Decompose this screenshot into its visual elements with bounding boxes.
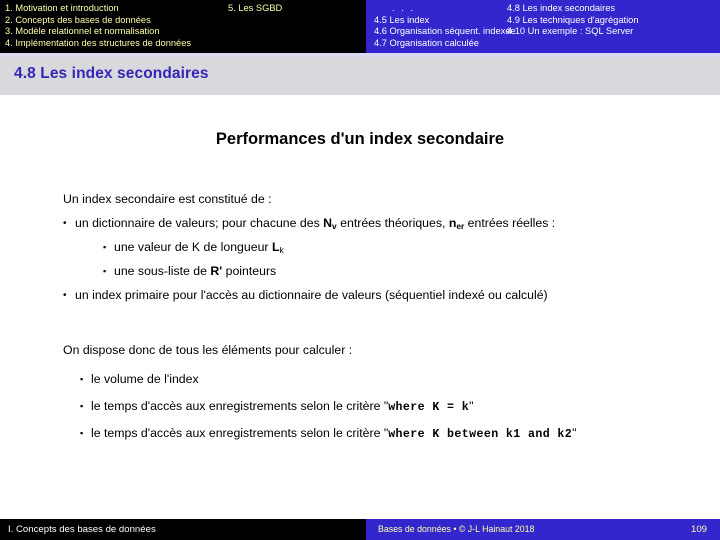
slide-footer: I. Concepts des bases de données Bases d…	[0, 519, 720, 540]
nav-chapter-list-right: 5. Les SGBD	[228, 3, 282, 15]
nav-section-item-4-6[interactable]: 4.6 Organisation séquent. indexée	[374, 26, 516, 38]
sublist-text-part1: une sous-liste de	[114, 264, 211, 278]
presentation-nav-header: 1. Motivation et introduction 2. Concept…	[0, 0, 720, 53]
footer-credit-label: Bases de données • © J-L Hainaut 2018	[378, 524, 535, 534]
acces2-suffix: "	[572, 426, 577, 440]
nav-section-item-4-10[interactable]: 4.10 Un exemple : SQL Server	[507, 26, 639, 38]
acces2-code: where K between k1 and k2	[388, 428, 573, 441]
dict-text-part3: entrées réelles :	[464, 216, 556, 230]
bullet-access-between: le temps d'accès aux enregistrements sel…	[80, 426, 577, 441]
symbol-n: N	[323, 216, 333, 230]
acces1-suffix: "	[469, 399, 474, 413]
footer-page-number: 109	[690, 524, 707, 535]
bullet-key-value: une valeur de K de longueur Lk	[103, 240, 284, 255]
footer-left-panel: I. Concepts des bases de données	[0, 519, 366, 540]
bullet-access-equals: le temps d'accès aux enregistrements sel…	[80, 399, 474, 414]
bullet-sublist: une sous-liste de R' pointeurs	[103, 264, 276, 278]
intro-text: Un index secondaire est constitué de :	[63, 192, 272, 206]
bullet-dictionary: un dictionnaire de valeurs; pour chacune…	[63, 216, 555, 231]
nav-chapter-item-5[interactable]: 5. Les SGBD	[228, 3, 282, 15]
nav-chapter-item-1[interactable]: 1. Motivation et introduction	[5, 3, 191, 15]
nav-ellipsis: . . .	[392, 3, 415, 13]
nav-section-list-left: . . . 4.5 Les index 4.6 Organisation séq…	[374, 3, 516, 49]
volume-text: le volume de l'index	[91, 372, 199, 386]
symbol-r-prime: R'	[210, 264, 223, 278]
symbol-l-subscript: k	[279, 245, 284, 255]
nav-section-item-4-7[interactable]: 4.7 Organisation calculée	[374, 38, 516, 50]
nav-section-item-4-9[interactable]: 4.9 Les techniques d'agrégation	[507, 15, 639, 27]
nav-chapter-item-3[interactable]: 3. Modèle relationnel et normalisation	[5, 26, 191, 38]
acces2-prefix: le temps d'accès aux enregistrements sel…	[91, 426, 389, 440]
section-title-bar: 4.8 Les index secondaires	[0, 57, 720, 95]
nav-section-list-right: 4.8 Les index secondaires 4.9 Les techni…	[507, 3, 639, 38]
slide-heading: Performances d'un index secondaire	[215, 130, 505, 148]
dispose-text: On dispose donc de tous les éléments pou…	[63, 343, 353, 357]
slide-content-area: Performances d'un index secondaire Un in…	[0, 95, 720, 519]
primary-index-text: un index primaire pour l'accès au dictio…	[75, 288, 548, 302]
nav-sections-panel: . . . 4.5 Les index 4.6 Organisation séq…	[366, 0, 720, 53]
sublist-text-part2: pointeurs	[222, 264, 277, 278]
nav-chapter-item-2[interactable]: 2. Concepts des bases de données	[5, 15, 191, 27]
bullet-volume: le volume de l'index	[80, 372, 199, 386]
nav-chapters-panel: 1. Motivation et introduction 2. Concept…	[0, 0, 366, 53]
bullet-primary-index: un index primaire pour l'accès au dictio…	[63, 288, 548, 302]
kval-text-part1: une valeur de K de longueur	[114, 240, 272, 254]
dict-text-part1: un dictionnaire de valeurs; pour chacune…	[75, 216, 324, 230]
footer-right-panel: Bases de données • © J-L Hainaut 2018 10…	[366, 519, 720, 540]
nav-chapter-list: 1. Motivation et introduction 2. Concept…	[5, 3, 191, 49]
footer-chapter-label: I. Concepts des bases de données	[8, 524, 156, 535]
acces1-prefix: le temps d'accès aux enregistrements sel…	[91, 399, 389, 413]
dict-text-part2: entrées théoriques,	[336, 216, 449, 230]
acces1-code: where K = k	[388, 401, 470, 414]
section-title: 4.8 Les index secondaires	[14, 65, 209, 82]
nav-chapter-item-4[interactable]: 4. Implémentation des structures de donn…	[5, 38, 191, 50]
nav-section-item-4-8[interactable]: 4.8 Les index secondaires	[507, 3, 639, 15]
nav-section-item-4-5[interactable]: 4.5 Les index	[374, 15, 516, 27]
